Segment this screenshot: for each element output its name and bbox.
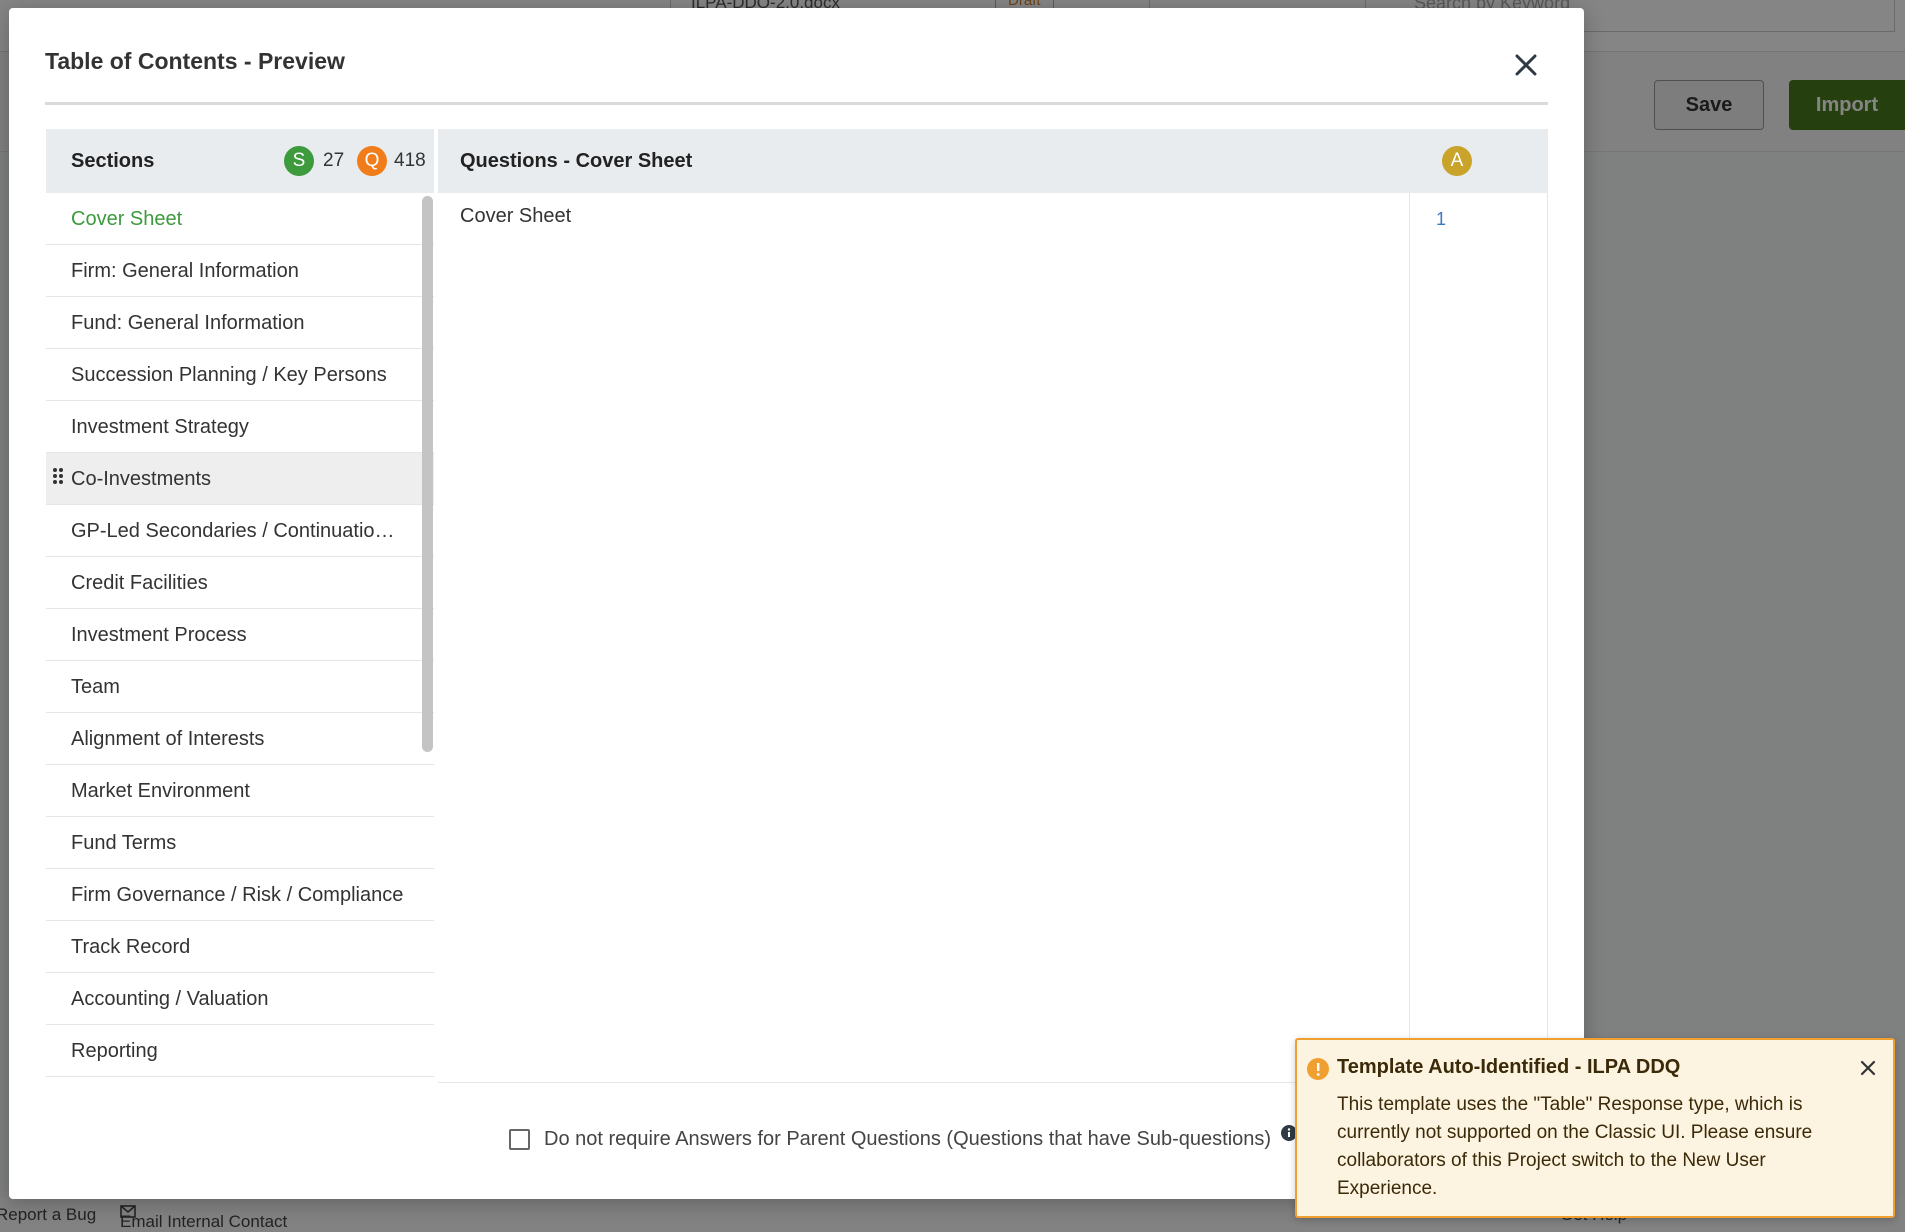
section-item-investment-strategy[interactable]: Investment Strategy (46, 401, 434, 453)
section-item-firm-governance[interactable]: Firm Governance / Risk / Compliance (46, 869, 434, 921)
modal-title: Table of Contents - Preview (45, 48, 345, 74)
section-item-market-environment[interactable]: Market Environment (46, 765, 434, 817)
section-item-succession-planning[interactable]: Succession Planning / Key Persons (46, 349, 434, 401)
sections-header: Sections S 27 Q 418 (46, 129, 434, 193)
section-item-fund-general-information[interactable]: Fund: General Information (46, 297, 434, 349)
modal-close-button[interactable] (1509, 48, 1543, 82)
section-item-firm-general-information[interactable]: Firm: General Information (46, 245, 434, 297)
section-item-team[interactable]: Team (46, 661, 434, 713)
toast-message: This template uses the "Table" Response … (1337, 1094, 1813, 1199)
toast-close-button[interactable] (1855, 1055, 1881, 1081)
close-icon (1515, 54, 1537, 76)
column-divider (1409, 193, 1410, 1083)
sections-header-label: Sections (71, 150, 155, 172)
parent-questions-option[interactable]: Do not require Answers for Parent Questi… (509, 1124, 1298, 1151)
questions-table: Cover Sheet 1 (438, 193, 1548, 1083)
title-divider (45, 102, 1548, 105)
sections-count: 27 (323, 150, 345, 171)
drag-handle-icon[interactable] (53, 453, 63, 505)
question-row-text: Cover Sheet (460, 205, 572, 227)
questions-header-label: Questions - Cover Sheet (460, 150, 693, 172)
section-item-reporting[interactable]: Reporting (46, 1025, 434, 1077)
section-item-fund-terms[interactable]: Fund Terms (46, 817, 434, 869)
section-item-cover-sheet[interactable]: Cover Sheet (46, 193, 434, 245)
question-answer-count[interactable]: 1 (1436, 209, 1446, 230)
section-item-accounting-valuation[interactable]: Accounting / Valuation (46, 973, 434, 1025)
section-item-gp-led-secondaries[interactable]: GP-Led Secondaries / Continuation Funds (46, 505, 434, 557)
section-item-alignment-of-interests[interactable]: Alignment of Interests (46, 713, 434, 765)
toast-title: Template Auto-Identified - ILPA DDQ (1337, 1056, 1681, 1078)
questions-count: 418 (394, 150, 426, 171)
warning-icon (1307, 1058, 1329, 1080)
answers-badge: A (1442, 146, 1472, 176)
questions-header: Questions - Cover Sheet A (438, 129, 1548, 193)
sections-count-badge: S (284, 146, 314, 176)
sections-scrollbar[interactable] (422, 196, 433, 752)
section-item-credit-facilities[interactable]: Credit Facilities (46, 557, 434, 609)
close-icon (1860, 1060, 1876, 1076)
sections-list: Cover Sheet Firm: General Information Fu… (46, 193, 434, 1083)
parent-questions-label: Do not require Answers for Parent Questi… (544, 1128, 1272, 1150)
questions-count-badge: Q (357, 146, 387, 176)
parent-questions-checkbox[interactable] (509, 1129, 530, 1150)
toc-preview-modal: Table of Contents - Preview Sections S 2… (9, 8, 1584, 1199)
section-item-investment-process[interactable]: Investment Process (46, 609, 434, 661)
section-item-track-record[interactable]: Track Record (46, 921, 434, 973)
template-identified-toast: Template Auto-Identified - ILPA DDQ This… (1295, 1038, 1895, 1218)
section-item-co-investments[interactable]: Co-Investments (46, 453, 434, 505)
